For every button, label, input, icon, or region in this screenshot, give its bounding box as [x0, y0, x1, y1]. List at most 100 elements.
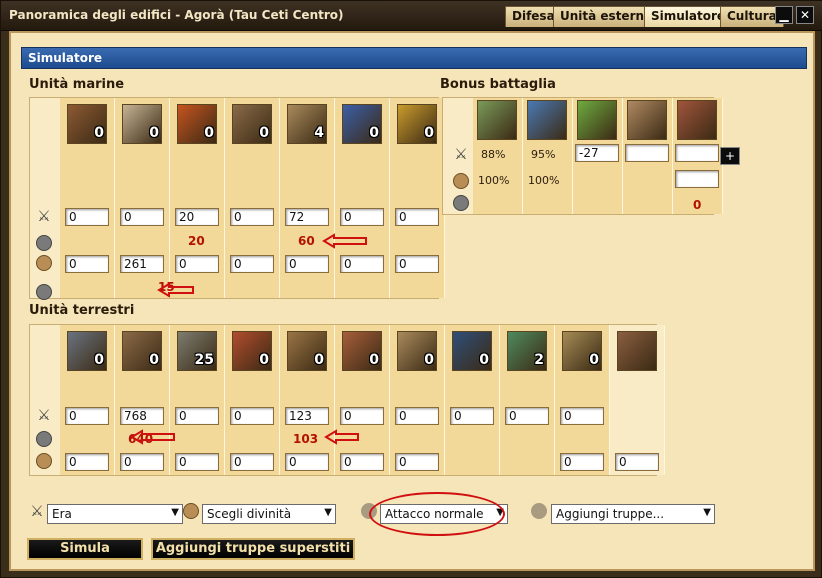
- defense-input[interactable]: 0: [175, 255, 219, 273]
- defense-input[interactable]: 0: [615, 453, 659, 471]
- unit-count: 0: [259, 125, 269, 141]
- hero-bonus[interactable]: [627, 100, 667, 140]
- unit-count: 0: [259, 352, 269, 368]
- defense-input[interactable]: 0: [395, 453, 439, 471]
- unit-count: 0: [94, 352, 104, 368]
- archer-unit[interactable]: 25: [177, 331, 217, 371]
- light-ship-unit[interactable]: 0: [122, 104, 162, 144]
- swordsman-unit[interactable]: 0: [122, 331, 162, 371]
- attack-input[interactable]: 0: [395, 208, 439, 226]
- defense-input[interactable]: 0: [340, 255, 384, 273]
- attack-input[interactable]: 72: [285, 208, 329, 226]
- section-header: Simulatore: [21, 47, 807, 69]
- defense-input[interactable]: 0: [230, 255, 274, 273]
- luck-clover-bonus[interactable]: [577, 100, 617, 140]
- swords-icon: ⚔: [37, 207, 51, 225]
- bonus-attack-pct: 95%: [531, 148, 556, 161]
- era-select[interactable]: Era ▼: [47, 504, 183, 524]
- unit-column: 0 0 0: [60, 98, 115, 298]
- bonus-extra-value: 0: [693, 198, 702, 212]
- attack-input[interactable]: 0: [340, 208, 384, 226]
- bonus-input[interactable]: [675, 144, 719, 162]
- add-survivors-button[interactable]: Aggiungi truppe superstiti: [151, 538, 355, 560]
- attack-input[interactable]: 0: [560, 407, 604, 425]
- defense-input[interactable]: 0: [285, 255, 329, 273]
- unit-count: 0: [204, 125, 214, 141]
- morale-bonus[interactable]: [527, 100, 567, 140]
- bonus-column: 88% 100%: [473, 98, 523, 214]
- unit-column: 20: [500, 325, 555, 475]
- wall-bonus[interactable]: [677, 100, 717, 140]
- loss-value: 103: [293, 432, 319, 446]
- attack-input[interactable]: 0: [340, 407, 384, 425]
- close-button[interactable]: ✕: [796, 6, 814, 24]
- attack-input[interactable]: 123: [285, 407, 329, 425]
- defense-input[interactable]: 0: [175, 453, 219, 471]
- transport-boat-unit[interactable]: 0: [232, 104, 272, 144]
- horseman-unit[interactable]: 0: [287, 331, 327, 371]
- attack-input[interactable]: 0: [230, 208, 274, 226]
- bonus-extra-input[interactable]: [675, 170, 719, 188]
- red-arrow-icon: [157, 282, 194, 298]
- attack-input[interactable]: 0: [65, 407, 109, 425]
- trireme-unit[interactable]: 4: [287, 104, 327, 144]
- skull-icon: [36, 431, 52, 447]
- defense-input[interactable]: 0: [395, 255, 439, 273]
- attack-input[interactable]: 0: [120, 208, 164, 226]
- bireme-unit[interactable]: 0: [67, 104, 107, 144]
- add-troops-icon: [531, 503, 547, 519]
- catapult-unit[interactable]: 0: [397, 331, 437, 371]
- hoplite-unit[interactable]: 0: [232, 331, 272, 371]
- defense-input[interactable]: 0: [230, 453, 274, 471]
- chariot-unit[interactable]: 0: [342, 331, 382, 371]
- unit-count: 0: [94, 125, 104, 141]
- spartan-unit[interactable]: 0: [562, 331, 602, 371]
- defense-input[interactable]: 0: [120, 453, 164, 471]
- attack-input[interactable]: 0: [175, 407, 219, 425]
- shield-icon: [36, 255, 52, 271]
- defense-input[interactable]: 0: [340, 453, 384, 471]
- attack-input[interactable]: 0: [395, 407, 439, 425]
- medusa-unit[interactable]: 2: [507, 331, 547, 371]
- unit-count: 0: [589, 352, 599, 368]
- fast-transport-unit[interactable]: 0: [397, 104, 437, 144]
- bonus-input[interactable]: -27: [575, 144, 619, 162]
- defense-input[interactable]: 0: [65, 255, 109, 273]
- defense-input[interactable]: 0: [65, 453, 109, 471]
- god-select[interactable]: Scegli divinità ▼: [202, 504, 336, 524]
- bonus-input[interactable]: [625, 144, 669, 162]
- attack-input[interactable]: 0: [505, 407, 549, 425]
- attack-input[interactable]: 768: [120, 407, 164, 425]
- simulate-button[interactable]: Simula: [27, 538, 143, 560]
- luck-bonus[interactable]: [477, 100, 517, 140]
- unit-column: 0 0 0: [390, 325, 445, 475]
- shield-icon: [36, 453, 52, 469]
- militia-unit[interactable]: 0: [67, 331, 107, 371]
- fire-ship-unit[interactable]: 0: [177, 104, 217, 144]
- attack-input[interactable]: 20: [175, 208, 219, 226]
- swords-icon: ⚔: [454, 145, 468, 163]
- swords-icon: ⚔: [30, 502, 44, 520]
- minimize-button[interactable]: ▁: [775, 6, 793, 24]
- tab-simulatore[interactable]: Simulatore: [644, 6, 733, 27]
- add-bonus-button[interactable]: +: [720, 147, 740, 165]
- colony-ship-unit[interactable]: 0: [342, 104, 382, 144]
- unit-count: 4: [314, 125, 324, 141]
- god-value: Scegli divinità: [207, 507, 292, 521]
- window: Panoramica degli edifici - Agorà (Tau Ce…: [0, 0, 822, 578]
- defense-input[interactable]: 261: [120, 255, 164, 273]
- unit-column: 0: [610, 325, 665, 475]
- era-value: Era: [52, 507, 72, 521]
- attack-input[interactable]: 0: [65, 208, 109, 226]
- add-troops-select[interactable]: Aggiungi truppe... ▼: [551, 504, 715, 524]
- unit-11-unit[interactable]: [617, 331, 657, 371]
- chevron-down-icon: ▼: [171, 507, 179, 518]
- harpy-unit[interactable]: 0: [452, 331, 492, 371]
- chevron-down-icon: ▼: [703, 507, 711, 518]
- defense-input[interactable]: 0: [285, 453, 329, 471]
- defense-input[interactable]: 0: [560, 453, 604, 471]
- unit-column: 0 0 0: [225, 98, 280, 298]
- loss-value: 20: [188, 234, 205, 248]
- attack-input[interactable]: 0: [450, 407, 494, 425]
- attack-input[interactable]: 0: [230, 407, 274, 425]
